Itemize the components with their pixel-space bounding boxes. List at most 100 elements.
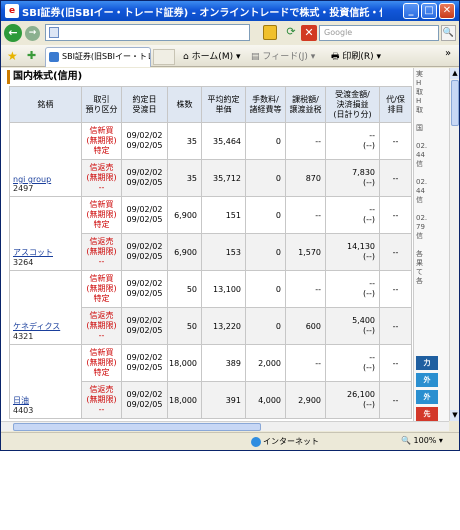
- fee-value: 2,000: [245, 344, 286, 382]
- trade-kind: 信返売 (無期限) --: [81, 307, 122, 345]
- lock-icon[interactable]: [263, 25, 277, 40]
- tab-sbi[interactable]: SBI証券(旧SBIイー・トレー...: [45, 47, 151, 67]
- table-row: 日油 4403 信新買 (無期限) 特定 09/02/02 09/02/05 18,00…: [9, 344, 412, 419]
- column-header: 代/保 排目: [379, 86, 412, 123]
- shares-value: 18,000: [167, 344, 202, 382]
- refresh-button[interactable]: ⟳: [283, 25, 299, 41]
- table-header-row: 銘柄 取引 預り区分 約定日 受渡日 株数 平均約定 単価 手数料/ 諸経費等 課税額/ 譲…: [9, 86, 412, 123]
- page-icon: [49, 27, 59, 38]
- stock-cell: アスコット 3264: [9, 196, 82, 271]
- stock-name-link[interactable]: ケネディクス: [13, 321, 81, 332]
- stock-cell: ngi group 2497: [9, 122, 82, 197]
- trade-kind: 信新買 (無期限) 特定: [81, 270, 122, 308]
- zoom-label: 100%: [413, 436, 437, 445]
- stop-button[interactable]: ✕: [301, 25, 317, 41]
- command-toolbar: ★ ✚ SBI証券(旧SBIイー・トレー... ⌂ ホーム(M) ▾ ▤ フィー…: [1, 45, 459, 67]
- side-link-button[interactable]: 先: [416, 407, 438, 421]
- trade-kind: 信返売 (無期限) --: [81, 159, 122, 197]
- site-icon: [49, 52, 59, 62]
- column-header: 受渡金額/ 決済損益 (日計り分): [325, 86, 380, 123]
- flag-value: --: [379, 159, 412, 197]
- favorites-star-icon[interactable]: ★: [7, 49, 18, 63]
- price-value: 35,464: [201, 122, 246, 160]
- stock-name-link[interactable]: アスコット: [13, 247, 81, 258]
- globe-icon: [251, 436, 261, 447]
- zoom-level[interactable]: 🔍 100% ▾: [401, 436, 443, 445]
- title-bar: e SBI証券(旧SBIイー・トレード証券) - オンライントレードで株式・投資…: [1, 1, 459, 21]
- add-favorite-icon[interactable]: ✚: [27, 49, 36, 62]
- url-input[interactable]: [45, 24, 250, 41]
- table-row: ケネディクス 4321 信新買 (無期限) 特定 09/02/02 09/02/05 5…: [9, 270, 412, 345]
- maximize-button[interactable]: □: [421, 3, 437, 19]
- side-link-button[interactable]: 外: [416, 390, 438, 404]
- shares-value: 35: [167, 159, 202, 197]
- price-value: 391: [201, 381, 246, 419]
- forward-button[interactable]: →: [25, 25, 40, 41]
- browser-window: e SBI証券(旧SBIイー・トレード証券) - オンライントレードで株式・投資…: [0, 0, 460, 451]
- new-tab-button[interactable]: [153, 49, 175, 65]
- page-content: 国内株式(信用) 銘柄 取引 預り区分 約定日 受渡日 株数 平均約定 単価 手数料/ 諸…: [1, 68, 449, 421]
- security-zone[interactable]: インターネット: [251, 436, 319, 447]
- minimize-button[interactable]: _: [403, 3, 419, 19]
- status-bar: インターネット 🔍 100% ▾: [1, 432, 459, 450]
- settlement-value: -- (--): [325, 122, 380, 160]
- search-input[interactable]: Google: [319, 25, 439, 41]
- settlement-value: 7,830 (--): [325, 159, 380, 197]
- scroll-up-icon[interactable]: ▲: [450, 68, 459, 79]
- more-chevron-icon[interactable]: »: [445, 48, 451, 59]
- vertical-scroll-thumb[interactable]: [451, 80, 459, 126]
- horizontal-scrollbar[interactable]: [1, 421, 449, 431]
- stock-code: 4321: [13, 332, 34, 341]
- flag-value: --: [379, 344, 412, 382]
- settlement-value: -- (--): [325, 196, 380, 234]
- settlement-value: -- (--): [325, 270, 380, 308]
- trade-dates: 09/02/02 09/02/05: [121, 122, 168, 160]
- trade-dates: 09/02/02 09/02/05: [121, 344, 168, 382]
- tax-value: --: [285, 344, 326, 382]
- trade-kind: 信返売 (無期限) --: [81, 233, 122, 271]
- tax-value: 1,570: [285, 233, 326, 271]
- fee-value: 0: [245, 307, 286, 345]
- tax-value: 870: [285, 159, 326, 197]
- shares-value: 6,900: [167, 196, 202, 234]
- price-value: 35,712: [201, 159, 246, 197]
- close-button[interactable]: ✕: [439, 3, 455, 19]
- search-icon[interactable]: 🔍: [441, 25, 456, 41]
- table-row: ngi group 2497 信新買 (無期限) 特定 09/02/02 09/02/…: [9, 122, 412, 197]
- scroll-down-icon[interactable]: ▼: [450, 410, 459, 421]
- fee-value: 0: [245, 122, 286, 160]
- column-header: 株数: [167, 86, 202, 123]
- side-link-button[interactable]: 力: [416, 356, 438, 370]
- trade-dates: 09/02/02 09/02/05: [121, 233, 168, 271]
- print-button[interactable]: 🖶 印刷(R) ▾: [331, 49, 381, 65]
- tax-value: --: [285, 196, 326, 234]
- side-link-button[interactable]: 外: [416, 373, 438, 387]
- tax-value: 600: [285, 307, 326, 345]
- stock-code: 2497: [13, 184, 34, 193]
- fee-value: 0: [245, 270, 286, 308]
- trade-dates: 09/02/02 09/02/05: [121, 159, 168, 197]
- stock-name-link[interactable]: 日油: [13, 395, 81, 406]
- horizontal-scroll-thumb[interactable]: [13, 423, 261, 431]
- fee-value: 0: [245, 196, 286, 234]
- feed-button[interactable]: ▤ フィード(J) ▾: [251, 49, 315, 62]
- zone-label: インターネット: [263, 437, 319, 446]
- flag-value: --: [379, 196, 412, 234]
- settlement-value: -- (--): [325, 344, 380, 382]
- vertical-scrollbar[interactable]: ▲ ▼: [449, 68, 459, 421]
- trade-dates: 09/02/02 09/02/05: [121, 270, 168, 308]
- price-value: 13,100: [201, 270, 246, 308]
- tax-value: --: [285, 270, 326, 308]
- settlement-value: 26,100 (--): [325, 381, 380, 419]
- section-title: 国内株式(信用): [7, 70, 82, 84]
- stock-name-link[interactable]: ngi group: [13, 175, 81, 184]
- stock-code: 4403: [13, 406, 34, 415]
- column-header: 取引 預り区分: [81, 86, 122, 123]
- browser-logo-icon: e: [5, 4, 19, 18]
- tab-label: SBI証券(旧SBIイー・トレー...: [62, 52, 150, 61]
- shares-value: 35: [167, 122, 202, 160]
- shares-value: 6,900: [167, 233, 202, 271]
- print-label: 印刷(R): [342, 52, 374, 62]
- home-button[interactable]: ⌂ ホーム(M) ▾: [183, 49, 241, 62]
- back-button[interactable]: ←: [4, 24, 22, 42]
